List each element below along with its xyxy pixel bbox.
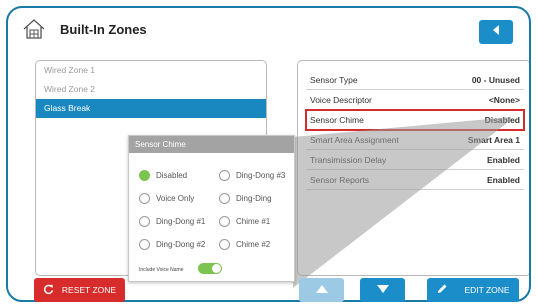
option-label: Chime #2 [236,240,271,249]
property-row-sensor-reports[interactable]: Sensor Reports Enabled [306,170,524,190]
edit-zone-button[interactable]: EDIT ZONE [427,278,519,302]
zone-item-glass-break[interactable]: Glass Break [36,99,266,118]
option-chime-1[interactable]: Chime #1 [219,216,270,227]
option-disabled[interactable]: Disabled [139,170,187,181]
property-row-voice-descriptor[interactable]: Voice Descriptor <None> [306,90,524,110]
zone-item-wired-zone-1[interactable]: Wired Zone 1 [36,61,266,80]
option-label: Ding-Dong #1 [156,217,206,226]
up-arrow-icon [315,284,329,296]
property-row-sensor-chime[interactable]: Sensor Chime Disabled [305,109,525,131]
pencil-icon [436,283,448,297]
radio-selected-icon [139,170,150,181]
radio-icon [219,170,230,181]
page-title: Built-In Zones [60,22,147,37]
option-chime-2[interactable]: Chime #2 [219,239,270,250]
option-label: Ding-Dong #3 [236,171,286,180]
property-value: <None> [488,95,520,105]
property-row-transmission-delay[interactable]: Transimission Delay Enabled [306,150,524,170]
popup-title: Sensor Chime [129,136,294,153]
move-up-button[interactable] [299,278,344,302]
property-label: Sensor Chime [310,115,364,125]
property-label: Voice Descriptor [310,95,372,105]
property-value: 00 - Unused [471,75,520,85]
option-ding-dong-2[interactable]: Ding-Dong #2 [139,239,205,250]
zone-item-wired-zone-2[interactable]: Wired Zone 2 [36,80,266,99]
radio-icon [219,193,230,204]
property-value: Enabled [486,155,520,165]
radio-icon [219,216,230,227]
move-down-button[interactable] [360,278,405,302]
radio-icon [139,216,150,227]
toggle-knob [212,264,221,273]
down-arrow-icon [376,284,390,296]
back-button[interactable] [479,20,513,44]
option-ding-ding[interactable]: Ding-Ding [219,193,272,204]
option-voice-only[interactable]: Voice Only [139,193,194,204]
option-ding-dong-3[interactable]: Ding-Dong #3 [219,170,285,181]
option-label: Voice Only [156,194,195,203]
property-row-smart-area-assignment[interactable]: Smart Area Assignment Smart Area 1 [306,130,524,150]
home-icon [22,18,46,40]
back-arrow-icon [491,23,501,41]
option-label: Disabled [156,171,188,180]
reset-icon [43,284,54,297]
property-row-sensor-type[interactable]: Sensor Type 00 - Unused [306,70,524,90]
reset-zone-label: RESET ZONE [61,285,117,295]
property-value: Smart Area 1 [467,135,520,145]
radio-icon [139,193,150,204]
property-label: Transimission Delay [310,155,387,165]
zone-properties-panel: Sensor Type 00 - Unused Voice Descriptor… [297,60,529,276]
radio-icon [139,239,150,250]
property-label: Smart Area Assignment [310,135,399,145]
property-value: Enabled [486,175,520,185]
property-label: Sensor Type [310,75,358,85]
property-value: Disabled [484,115,520,125]
reset-zone-button[interactable]: RESET ZONE [34,278,125,302]
property-label: Sensor Reports [310,175,370,185]
header: Built-In Zones [8,8,529,48]
option-label: Ding-Dong #2 [156,240,206,249]
include-voice-name-label: Include Voice Name [139,267,184,273]
option-label: Ding-Ding [236,194,272,203]
option-label: Chime #1 [236,217,271,226]
edit-zone-label: EDIT ZONE [464,285,510,295]
include-voice-name-toggle[interactable] [198,263,222,274]
option-ding-dong-1[interactable]: Ding-Dong #1 [139,216,205,227]
radio-icon [219,239,230,250]
sensor-chime-popup: Sensor Chime Disabled Voice Only Ding-Do… [128,135,295,282]
